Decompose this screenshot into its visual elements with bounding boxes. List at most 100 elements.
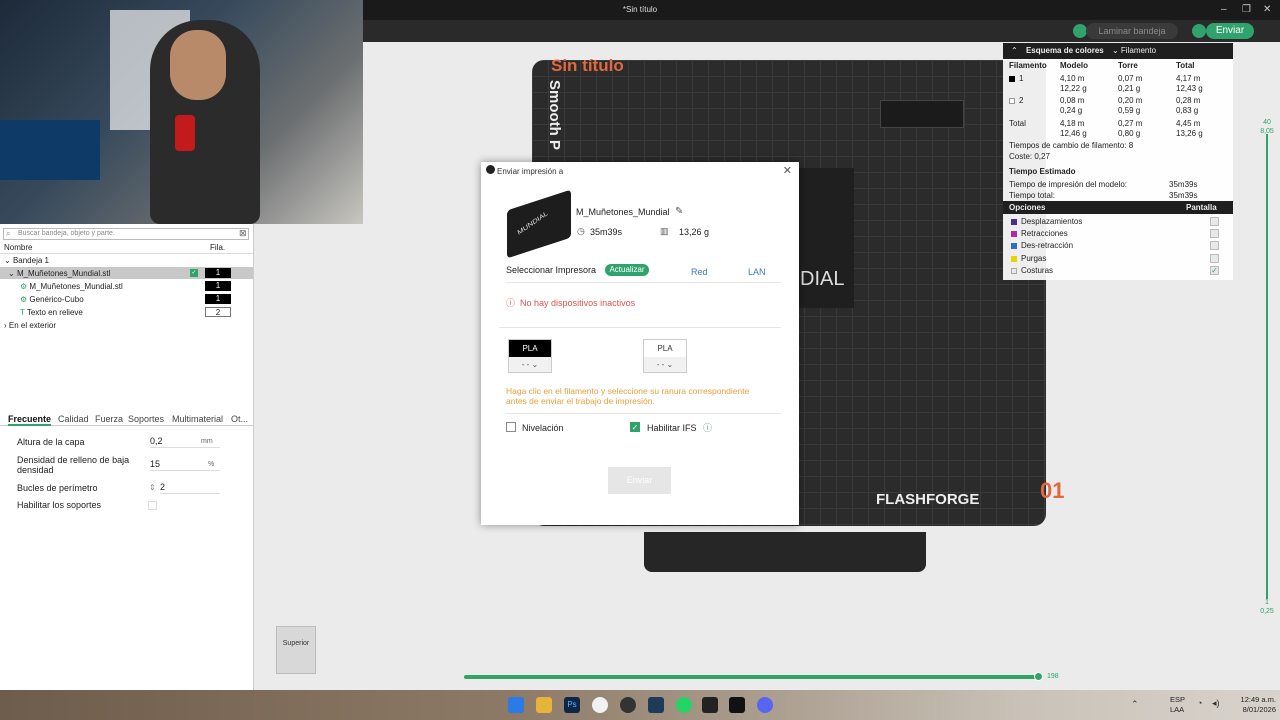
col-filament: Filamento xyxy=(1009,61,1047,70)
tab-multimaterial[interactable]: Multimaterial xyxy=(172,414,223,424)
filament-slot-1[interactable]: PLA - - ⌄ xyxy=(508,339,552,373)
windows-start-icon[interactable] xyxy=(508,697,524,713)
obs-icon[interactable] xyxy=(620,697,636,713)
slot-select[interactable]: - - ⌄ xyxy=(644,357,686,372)
send-button[interactable]: Enviar xyxy=(608,467,671,494)
chevron-up-icon[interactable]: ⌃ xyxy=(1131,699,1139,710)
tree-outside-node[interactable]: › En el exterior xyxy=(4,321,56,330)
filament-2-total: 0,28 m 0,83 g xyxy=(1176,96,1201,115)
option-seams-checkbox[interactable]: ✓ xyxy=(1210,266,1219,275)
warning-text: Haga clic en el filamento y seleccione s… xyxy=(506,386,750,406)
total-label: Total xyxy=(1009,119,1026,128)
app-icon xyxy=(486,165,495,174)
tab-quality[interactable]: Calidad xyxy=(58,414,89,424)
tab-lan[interactable]: LAN xyxy=(748,267,766,277)
list-header: Nombre Fila. xyxy=(0,242,253,254)
bottom-layer-label: 1 0,25 xyxy=(1260,599,1274,615)
photoshop-icon[interactable]: Ps xyxy=(564,697,580,713)
option-retractions-checkbox[interactable] xyxy=(1210,229,1219,238)
volume-icon[interactable]: ◂) xyxy=(1212,698,1220,709)
enable-supports-checkbox[interactable] xyxy=(148,501,157,510)
check-icon[interactable]: ✓ xyxy=(190,269,198,277)
send-print-dialog: Enviar impresión a ✕ MUNDIAL M_Muñetones… xyxy=(481,162,799,525)
plate-number: 01 xyxy=(1040,478,1065,503)
chrome-icon[interactable] xyxy=(592,697,608,713)
divider xyxy=(499,327,781,328)
ifs-checkbox[interactable]: ✓ xyxy=(630,422,640,432)
maximize-icon[interactable]: ❐ xyxy=(1242,4,1251,15)
tab-supports[interactable]: Soportes xyxy=(128,414,164,424)
edit-icon[interactable]: ✎ xyxy=(675,206,683,217)
total-time-label: Tiempo total: xyxy=(1009,191,1055,200)
app-icon[interactable] xyxy=(648,697,664,713)
filament-slot-2[interactable]: PLA - - ⌄ xyxy=(643,339,687,373)
chevron-down-icon: ⌄ xyxy=(666,360,674,369)
stepper-icon[interactable]: ⇕ xyxy=(149,483,156,492)
fila-box[interactable]: 1 xyxy=(205,294,231,304)
close-icon[interactable]: ✕ xyxy=(783,164,792,177)
clock[interactable]: 12:49 a.m. 8/01/2026 xyxy=(1228,695,1276,715)
leveling-checkbox[interactable] xyxy=(506,422,516,432)
option-deretraction-checkbox[interactable] xyxy=(1210,241,1219,250)
tree-object[interactable]: ⌄ M_Muñetones_Mundial.stl xyxy=(8,269,110,278)
language-indicator[interactable]: ESP LAA xyxy=(1170,695,1185,715)
option-retractions: Retracciones xyxy=(1011,229,1068,238)
wifi-icon[interactable]: ◔ xyxy=(1197,698,1202,708)
fila-box[interactable]: 1 xyxy=(205,268,231,278)
scheme-header[interactable]: ⌃ Esquema de colores ⌄ Filamento xyxy=(1003,43,1233,59)
tab-network[interactable]: Red xyxy=(691,267,708,277)
slicer-app-icon[interactable] xyxy=(729,697,745,713)
tree-part[interactable]: T Texto en relieve xyxy=(20,308,83,317)
clear-search-icon[interactable]: ⊠ xyxy=(239,228,247,239)
scheme-mode-select[interactable]: ⌄ Filamento xyxy=(1112,46,1156,55)
fila-box[interactable]: 1 xyxy=(205,281,231,291)
option-purges-checkbox[interactable] xyxy=(1210,254,1219,263)
leveling-label: Nivelación xyxy=(522,423,564,433)
tree-part[interactable]: ⚙ Genérico-Cubo xyxy=(20,295,84,304)
total-tower: 0,27 m 0,80 g xyxy=(1118,119,1143,138)
print-time: 35m39s xyxy=(590,227,623,237)
slice-plate-button[interactable]: Laminar bandeja xyxy=(1086,23,1178,39)
brand-logo: FLASHFORGE xyxy=(876,491,980,508)
app-icon[interactable] xyxy=(702,697,718,713)
tree-plate-node[interactable]: ⌄ Bandeja 1 xyxy=(4,256,49,265)
slider-handle[interactable] xyxy=(1034,672,1043,681)
send-top-button[interactable]: Enviar xyxy=(1206,23,1254,39)
model-object[interactable] xyxy=(880,100,964,128)
file-explorer-icon[interactable] xyxy=(536,697,552,713)
fila-box[interactable]: 2 xyxy=(205,307,231,317)
collapse-icon[interactable]: ⌃ xyxy=(1011,46,1018,55)
refresh-button[interactable]: Actualizar xyxy=(605,264,649,276)
model-time: 35m39s xyxy=(1169,180,1198,189)
options-header-bar: Opciones Pantalla xyxy=(1003,201,1233,214)
thumbnail-text: MUNDIAL xyxy=(516,210,549,237)
slice-chevron-icon[interactable] xyxy=(1073,24,1087,38)
filament-type: PLA xyxy=(509,340,551,357)
slot-select[interactable]: - - ⌄ xyxy=(509,357,551,372)
wall-loops-input[interactable]: 2 xyxy=(160,482,220,494)
tab-frequent[interactable]: Frecuente xyxy=(8,414,52,426)
option-travel: Desplazamientos xyxy=(1011,217,1082,226)
option-travel-checkbox[interactable] xyxy=(1210,217,1219,226)
search-input[interactable]: Buscar bandeja, objeto y parte. xyxy=(3,228,249,240)
divider xyxy=(506,282,781,283)
whatsapp-icon[interactable] xyxy=(676,697,692,713)
view-cube[interactable]: Superior xyxy=(276,626,316,674)
discord-icon[interactable] xyxy=(757,697,773,713)
option-deretraction: Des-retracción xyxy=(1011,241,1073,250)
settings-tabs: Frecuente Calidad Fuerza Soportes Multim… xyxy=(0,412,254,426)
tree-part[interactable]: ⚙ M_Muñetones_Mundial.stl xyxy=(20,282,123,291)
minimize-icon[interactable]: – xyxy=(1221,4,1227,15)
send-chevron-icon[interactable] xyxy=(1192,24,1206,38)
layer-vertical-slider[interactable] xyxy=(1266,134,1268,599)
tab-other[interactable]: Ot... xyxy=(231,414,248,424)
help-icon[interactable]: ⓘ xyxy=(703,421,712,434)
col-model: Modelo xyxy=(1060,61,1088,70)
close-window-icon[interactable]: ✕ xyxy=(1263,4,1271,15)
top-layer-label: 40 8,05 xyxy=(1260,119,1274,135)
tab-strength[interactable]: Fuerza xyxy=(95,414,123,424)
enable-supports-label: Habilitar los soportes xyxy=(17,500,102,510)
gcode-horizontal-slider[interactable] xyxy=(464,675,1039,679)
option-seams: Costuras xyxy=(1011,266,1053,275)
plate-side-text: Smooth P xyxy=(546,80,563,150)
